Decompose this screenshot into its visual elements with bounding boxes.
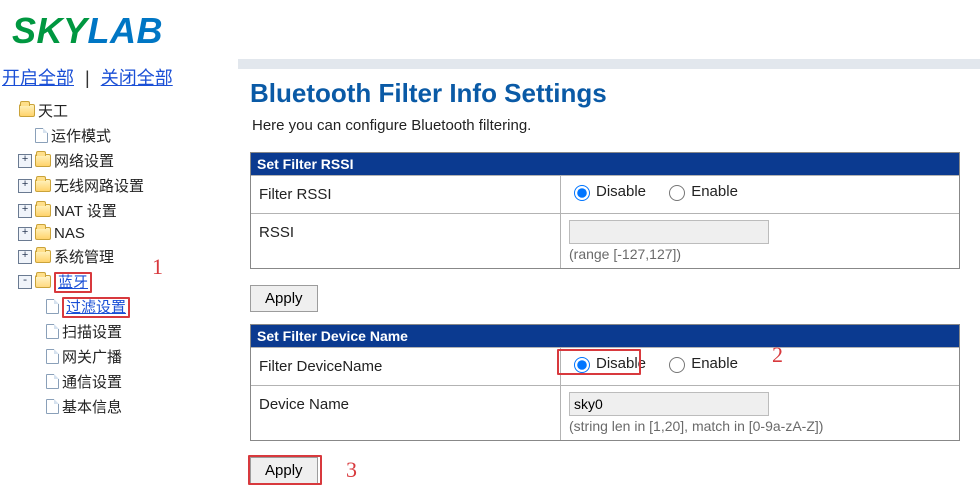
link-separator: | xyxy=(85,68,90,88)
tree-item-network[interactable]: + 网络设置 xyxy=(0,148,224,173)
devname-disable-radio[interactable] xyxy=(574,357,590,373)
rssi-disable-option[interactable]: Disable xyxy=(569,182,646,201)
rssi-enable-radio[interactable] xyxy=(669,185,685,201)
rssi-filter-label: Filter RSSI xyxy=(251,176,561,213)
tree-item-label: 扫描设置 xyxy=(62,321,122,342)
tree-item-label[interactable]: 过滤设置 xyxy=(62,297,130,318)
section-header: Set Filter Device Name xyxy=(251,325,959,347)
tree-item-label: 通信设置 xyxy=(62,371,122,392)
tree-item-wireless[interactable]: + 无线网路设置 xyxy=(0,173,224,198)
tree-expand-icon[interactable]: + xyxy=(18,204,32,218)
sidebar-expand-controls: 开启全部 | 关闭全部 xyxy=(0,58,224,98)
devname-filter-label: Filter DeviceName xyxy=(251,348,561,385)
tree-expand-icon[interactable]: + xyxy=(18,227,32,241)
close-all-link[interactable]: 关闭全部 xyxy=(101,68,173,88)
page-title: Bluetooth Filter Info Settings xyxy=(250,78,972,109)
tree-item-bt-scan[interactable]: 扫描设置 xyxy=(0,319,224,344)
page-icon xyxy=(46,349,59,364)
nav-tree: 天工 运作模式 + 网络设置 + 无线网路设置 xyxy=(0,98,224,419)
sidebar: 开启全部 | 关闭全部 天工 运作模式 + 网络设置 xyxy=(0,58,230,419)
annotation-3: 3 xyxy=(346,457,357,483)
rssi-disable-radio[interactable] xyxy=(574,185,590,201)
devname-disable-option[interactable]: Disable xyxy=(569,354,646,373)
radio-label: Enable xyxy=(691,183,738,200)
devname-enable-option[interactable]: Enable xyxy=(664,354,738,373)
tree-root[interactable]: 天工 xyxy=(0,98,224,123)
folder-icon xyxy=(35,154,51,167)
radio-label: Disable xyxy=(596,355,646,372)
annotation-1: 1 xyxy=(152,254,163,280)
page-icon xyxy=(46,324,59,339)
tree-item-label[interactable]: 蓝牙 xyxy=(54,272,92,293)
section-filter-rssi: Set Filter RSSI Filter RSSI Disable Enab… xyxy=(250,152,960,269)
page-icon xyxy=(35,128,48,143)
page-icon xyxy=(46,374,59,389)
tree-item-nat[interactable]: + NAT 设置 xyxy=(0,198,224,223)
tree-item-label: 系统管理 xyxy=(54,246,114,267)
rssi-value-label: RSSI xyxy=(251,214,561,268)
tree-collapse-icon[interactable]: - xyxy=(18,275,32,289)
tree-item-mode[interactable]: 运作模式 xyxy=(0,123,224,148)
tree-item-label: 网关广播 xyxy=(62,346,122,367)
tree-item-label: 运作模式 xyxy=(51,125,111,146)
apply-devname-button[interactable]: Apply xyxy=(250,457,318,484)
rssi-enable-option[interactable]: Enable xyxy=(664,182,738,201)
radio-label: Enable xyxy=(691,355,738,372)
tree-item-label: NAS xyxy=(54,225,85,242)
tree-expand-icon[interactable]: + xyxy=(18,179,32,193)
folder-icon xyxy=(35,250,51,263)
rssi-input[interactable] xyxy=(569,220,769,244)
tree-item-nas[interactable]: + NAS xyxy=(0,223,224,244)
tree-item-bt-filter[interactable]: 过滤设置 xyxy=(0,294,224,319)
rssi-hint: (range [-127,127]) xyxy=(569,246,951,262)
annotation-2: 2 xyxy=(772,342,783,368)
devname-enable-radio[interactable] xyxy=(669,357,685,373)
tree-expand-icon[interactable]: + xyxy=(18,250,32,264)
tree-item-label: 基本信息 xyxy=(62,396,122,417)
folder-open-icon xyxy=(35,275,51,288)
folder-icon xyxy=(35,204,51,217)
tree-item-label: 无线网路设置 xyxy=(54,175,144,196)
apply-rssi-button[interactable]: Apply xyxy=(250,285,318,312)
tree-item-sysmgmt[interactable]: + 系统管理 xyxy=(0,244,224,269)
tree-item-bt-info[interactable]: 基本信息 xyxy=(0,394,224,419)
folder-icon xyxy=(35,179,51,192)
tree-root-label: 天工 xyxy=(38,100,68,121)
main-panel: Bluetooth Filter Info Settings Here you … xyxy=(230,58,980,504)
devname-value-label: Device Name xyxy=(251,386,561,440)
page-icon xyxy=(46,299,59,314)
brand-logo: SKYLAB xyxy=(0,0,980,58)
devname-input[interactable] xyxy=(569,392,769,416)
section-header: Set Filter RSSI xyxy=(251,153,959,175)
tree-item-bt-gateway[interactable]: 网关广播 xyxy=(0,344,224,369)
folder-icon xyxy=(35,227,51,240)
section-filter-devname: Set Filter Device Name Filter DeviceName… xyxy=(250,324,960,441)
radio-label: Disable xyxy=(596,183,646,200)
tree-item-bluetooth[interactable]: - 蓝牙 xyxy=(0,269,224,294)
tree-item-bt-comm[interactable]: 通信设置 xyxy=(0,369,224,394)
devname-hint: (string len in [1,20], match in [0-9a-zA… xyxy=(569,418,951,434)
page-icon xyxy=(46,399,59,414)
tree-item-label: NAT 设置 xyxy=(54,200,117,221)
tree-item-label: 网络设置 xyxy=(54,150,114,171)
page-description: Here you can configure Bluetooth filteri… xyxy=(252,117,972,134)
tree-expand-icon[interactable]: + xyxy=(18,154,32,168)
open-all-link[interactable]: 开启全部 xyxy=(2,68,74,88)
folder-icon xyxy=(19,104,35,117)
